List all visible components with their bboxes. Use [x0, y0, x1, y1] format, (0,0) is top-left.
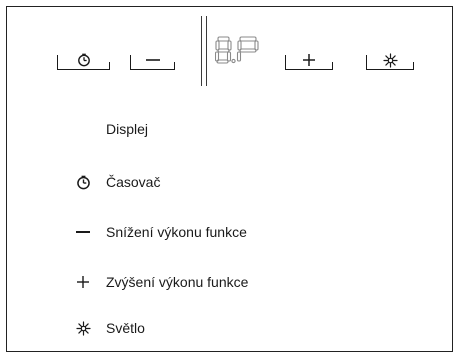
plus-icon	[302, 53, 316, 67]
light-button[interactable]	[366, 51, 414, 70]
button-edge	[130, 55, 131, 70]
timer-icon	[77, 53, 91, 67]
timer-button[interactable]	[57, 51, 110, 70]
legend-item-timer: Časovač	[74, 172, 160, 192]
button-edge	[332, 62, 333, 70]
button-edge	[366, 55, 367, 70]
legend-label: Světlo	[106, 320, 145, 336]
legend-item-light: Světlo	[74, 318, 145, 338]
segment-display	[201, 16, 266, 86]
timer-icon	[74, 173, 92, 191]
legend-label: Časovač	[106, 174, 161, 190]
light-icon	[74, 319, 92, 337]
seven-segment-digits-icon	[215, 36, 259, 64]
divider-line	[206, 16, 207, 86]
plus-icon	[74, 273, 92, 291]
legend-label: Displej	[106, 121, 149, 137]
minus-icon	[145, 57, 161, 63]
minus-icon	[74, 223, 92, 241]
button-edge	[285, 55, 286, 70]
light-icon	[382, 52, 398, 68]
button-edge	[109, 62, 110, 70]
legend-item-plus: Zvýšení výkonu funkce	[74, 272, 248, 292]
legend-label: Zvýšení výkonu funkce	[106, 274, 249, 290]
plus-button[interactable]	[285, 51, 333, 70]
legend-label: Snížení výkonu funkce	[106, 224, 247, 240]
button-edge	[57, 55, 58, 70]
divider-line	[201, 16, 202, 86]
button-edge	[413, 62, 414, 70]
button-edge	[174, 62, 175, 70]
minus-button[interactable]	[130, 51, 175, 70]
legend-item-minus: Snížení výkonu funkce	[74, 222, 247, 242]
